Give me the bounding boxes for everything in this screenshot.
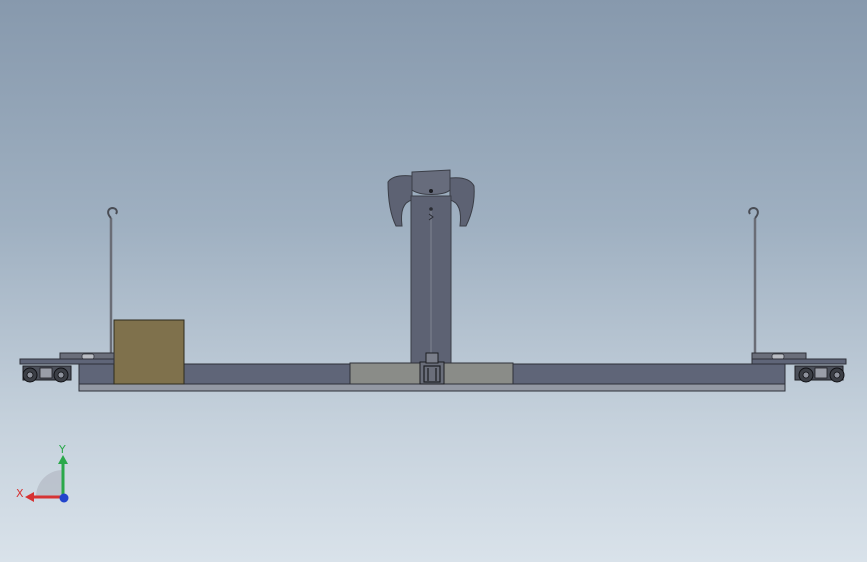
cad-viewport[interactable]: Y X [0, 0, 867, 562]
y-axis-label: Y [58, 443, 66, 456]
mast-left-arm [387, 175, 413, 227]
x-axis-arrow [25, 492, 34, 502]
mast-pivot [429, 189, 433, 193]
beam-flange [78, 383, 786, 392]
y-axis-arrow [58, 455, 68, 464]
right-hook-assembly[interactable] [748, 206, 759, 356]
coordinate-triad[interactable]: Y X [12, 440, 82, 510]
clamp-top [425, 352, 439, 364]
mast-right-arm [449, 177, 475, 227]
right-hook [748, 206, 759, 219]
central-mast[interactable] [387, 169, 475, 365]
counterweight-block[interactable] [113, 319, 185, 385]
assembly-model[interactable] [0, 0, 867, 562]
z-axis-dot [59, 493, 69, 503]
left-rail [19, 358, 115, 365]
triad-plane-shade [36, 470, 63, 497]
left-hook [107, 206, 118, 219]
x-axis-label: X [16, 487, 24, 500]
mast-cable-top [429, 207, 433, 211]
main-beam[interactable] [78, 352, 786, 392]
right-rail [751, 358, 847, 365]
